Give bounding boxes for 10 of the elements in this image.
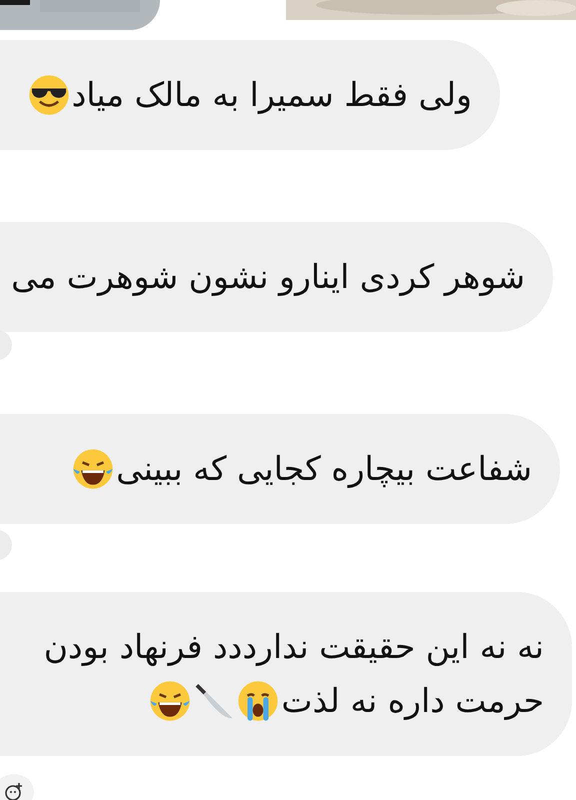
comment-text: حرمت داره نه لذت <box>281 680 544 722</box>
sunglasses-face-icon <box>28 74 70 116</box>
comment-text: شفاعت بیچاره کجایی که ببینی <box>116 448 532 490</box>
comment-text: نه نه این حقیقت ندارددد فرنهاد بودن <box>44 626 544 668</box>
add-reaction-icon <box>4 782 24 800</box>
comment-text: شوهر کردی اینارو نشون شوهرت می <box>11 256 525 298</box>
crying-face-icon <box>237 680 280 722</box>
comment-text: ولی فقط سمیرا به مالک میاد <box>72 74 472 116</box>
laughing-face-icon <box>72 448 114 490</box>
laughing-face-icon <box>149 680 192 722</box>
